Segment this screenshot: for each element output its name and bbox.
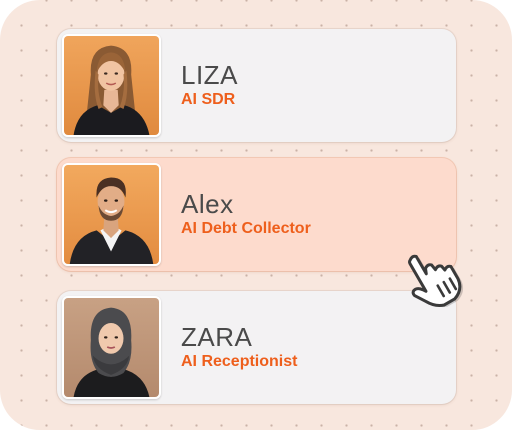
agent-selection-panel: LIZA AI SDR Alex AI Debt Collector ZARA … — [0, 0, 512, 430]
agent-name: LIZA — [181, 60, 238, 90]
agent-name: Alex — [181, 189, 234, 219]
agent-photo-liza — [62, 34, 161, 137]
agent-role: AI Debt Collector — [181, 220, 311, 237]
agent-photo-zara — [62, 296, 161, 399]
agent-name: ZARA — [181, 322, 253, 352]
hand-pointer-icon — [395, 242, 467, 314]
agent-photo-alex — [62, 163, 161, 266]
agent-role: AI Receptionist — [181, 353, 298, 370]
agent-card-liza[interactable]: LIZA AI SDR — [57, 29, 456, 142]
agent-role: AI SDR — [181, 91, 236, 108]
